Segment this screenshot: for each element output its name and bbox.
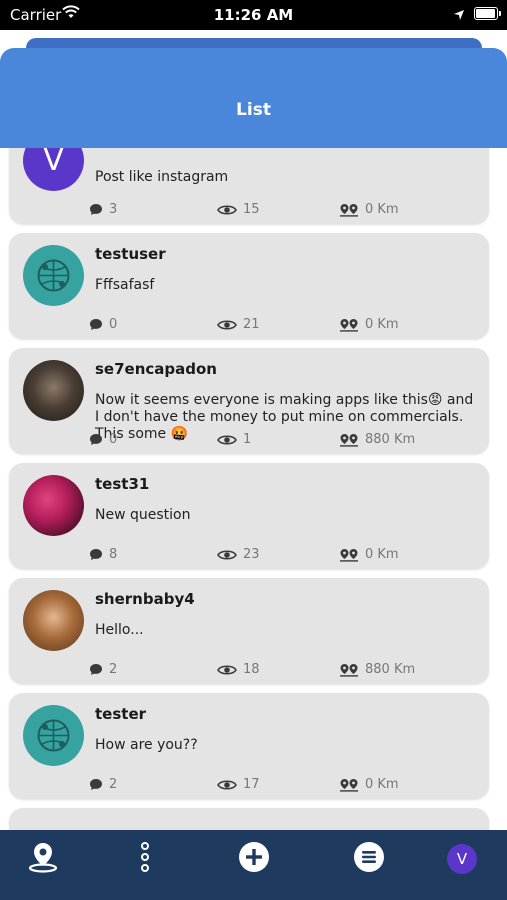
eye-icon (217, 664, 237, 676)
views-count: 1 (217, 432, 251, 447)
distance: 880 Km (339, 662, 415, 677)
location-pins-icon (339, 663, 359, 677)
comment-icon (89, 548, 103, 561)
eye-icon (217, 319, 237, 331)
views-count: 21 (217, 317, 260, 332)
post-card[interactable]: shernbaby4 Hello... 2 18 880 Km (9, 578, 489, 684)
post-text: Post like instagram (95, 169, 229, 185)
tab-add[interactable] (237, 842, 271, 876)
clock: 11:26 AM (213, 6, 294, 24)
distance-value: 0 Km (365, 777, 399, 792)
eye-icon (217, 779, 237, 791)
distance-value: 0 Km (365, 547, 399, 562)
tab-list[interactable] (352, 842, 386, 876)
distance: 0 Km (339, 202, 399, 217)
avatar: V (23, 148, 84, 191)
post-card[interactable]: V Post like instagram 3 15 0 Km (9, 148, 489, 224)
distance-value: 0 Km (365, 202, 399, 217)
post-list[interactable]: V Post like instagram 3 15 0 Km testuser… (0, 148, 507, 830)
avatar (23, 360, 84, 421)
map-pin-icon (28, 841, 58, 877)
post-username: test31 (95, 475, 150, 493)
comment-icon (89, 663, 103, 676)
eye-icon (217, 549, 237, 561)
views-value: 1 (243, 432, 252, 447)
location-pins-icon (339, 433, 359, 447)
location-pins-icon (339, 548, 359, 562)
tab-bar: V (0, 830, 507, 900)
location-pins-icon (339, 778, 359, 792)
tab-profile-avatar[interactable]: V (447, 844, 477, 874)
comments-count: 2 (89, 662, 117, 677)
post-username: shernbaby4 (95, 590, 195, 608)
comment-icon (89, 203, 103, 216)
post-card[interactable]: test31 New question 8 23 0 Km (9, 463, 489, 569)
post-text: Now it seems everyone is making apps lik… (95, 392, 474, 442)
comments-value: 3 (109, 202, 118, 217)
distance: 880 Km (339, 432, 415, 447)
comments-count: 3 (89, 202, 117, 217)
post-text: New question (95, 507, 191, 523)
comments-count: 8 (89, 547, 117, 562)
distance-value: 880 Km (365, 432, 416, 447)
views-value: 23 (243, 547, 260, 562)
add-circle-icon (238, 841, 270, 877)
post-text: Fffsafasf (95, 277, 155, 293)
distance-value: 0 Km (365, 317, 399, 332)
views-count: 23 (217, 547, 260, 562)
distance: 0 Km (339, 777, 399, 792)
post-username: tester (95, 705, 147, 723)
location-arrow-icon (453, 7, 465, 25)
status-bar: Carrier 11:26 AM (0, 0, 507, 30)
avatar (23, 705, 84, 766)
views-count: 18 (217, 662, 260, 677)
post-card[interactable]: tester How are you?? 2 17 0 Km (9, 693, 489, 799)
comments-count: 2 (89, 777, 117, 792)
views-count: 15 (217, 202, 260, 217)
comments-value: 8 (109, 547, 118, 562)
distance: 0 Km (339, 547, 399, 562)
post-text: How are you?? (95, 737, 198, 753)
header: List (0, 48, 507, 148)
post-text: Hello... (95, 622, 144, 638)
comments-value: 0 (109, 432, 118, 447)
comment-icon (89, 778, 103, 791)
views-value: 15 (243, 202, 260, 217)
comment-icon (89, 433, 103, 446)
views-value: 21 (243, 317, 260, 332)
more-vertical-icon (139, 841, 151, 877)
post-card[interactable] (9, 808, 489, 830)
comment-icon (89, 318, 103, 331)
post-username: se7encapadon (95, 360, 217, 378)
location-pins-icon (339, 318, 359, 332)
eye-icon (217, 434, 237, 446)
comments-value: 2 (109, 777, 118, 792)
views-value: 17 (243, 777, 260, 792)
tab-more[interactable] (128, 842, 162, 876)
comments-count: 0 (89, 432, 117, 447)
views-count: 17 (217, 777, 260, 792)
post-username: testuser (95, 245, 166, 263)
avatar (23, 475, 84, 536)
distance-value: 880 Km (365, 662, 416, 677)
tab-map[interactable] (26, 842, 60, 876)
comments-count: 0 (89, 317, 117, 332)
post-card[interactable]: se7encapadon Now it seems everyone is ma… (9, 348, 489, 454)
page-title: List (236, 100, 271, 120)
avatar (23, 245, 84, 306)
location-pins-icon (339, 203, 359, 217)
list-circle-icon (353, 841, 385, 877)
battery-icon (474, 7, 501, 20)
eye-icon (217, 204, 237, 216)
comments-value: 2 (109, 662, 118, 677)
post-card[interactable]: testuser Fffsafasf 0 21 0 Km (9, 233, 489, 339)
comments-value: 0 (109, 317, 118, 332)
views-value: 18 (243, 662, 260, 677)
distance: 0 Km (339, 317, 399, 332)
avatar (23, 590, 84, 651)
